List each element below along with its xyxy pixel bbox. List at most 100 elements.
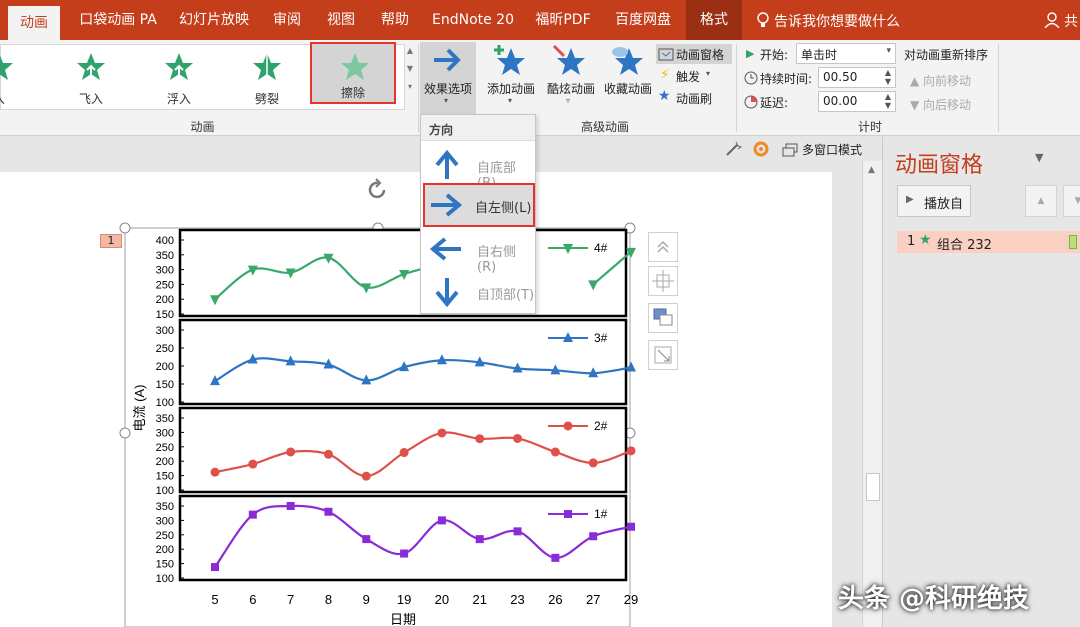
ribbon-tab-bar: 动画 口袋动画 PA 幻灯片放映 审阅 视图 帮助 EndNote 20 福昕P… (0, 0, 1080, 40)
layout-options-icon[interactable] (648, 232, 678, 262)
user-icon (1044, 12, 1060, 29)
magic-icon[interactable] (724, 140, 743, 158)
effect-options-label: 效果选项 (423, 82, 472, 96)
delay-icon (744, 94, 758, 109)
group-separator (418, 44, 419, 132)
from-right-label: 自右侧(R) (477, 245, 517, 275)
tab-animations[interactable]: 动画 (8, 6, 60, 40)
crop-icon[interactable] (648, 340, 678, 370)
direction-from-left[interactable]: 自左侧(L) (423, 183, 535, 227)
tab-slideshow[interactable]: 幻灯片放映 (172, 0, 256, 40)
animation-wipe[interactable]: 擦除 (310, 42, 396, 104)
multi-window-button[interactable]: 多窗口模式 (802, 141, 862, 158)
share-button[interactable]: 共 (1064, 11, 1078, 31)
direction-from-top[interactable]: 自顶部(T) (423, 272, 535, 312)
y-tick-label: 100 (156, 485, 174, 497)
effect-options-button[interactable]: 效果选项 ▾ (420, 42, 476, 114)
move-down-button[interactable]: ▼ (1063, 185, 1080, 217)
animation-item-label: 组合 232 (937, 238, 992, 253)
play-icon: ▶ (906, 194, 914, 205)
data-point (211, 563, 219, 572)
delay-input[interactable]: 00.00 ▲ ▼ (818, 91, 896, 112)
y-tick-label: 350 (156, 250, 174, 262)
move-earlier-label: 向前移动 (923, 74, 972, 88)
animation-painter-button[interactable]: ★ 动画刷 (656, 88, 732, 108)
animation-partial[interactable]: 1入 (0, 44, 20, 114)
y-tick-label: 250 (156, 343, 174, 355)
gear-icon[interactable] (752, 140, 770, 158)
layers-icon[interactable] (648, 303, 678, 333)
star-icon: ★ (919, 232, 932, 248)
animation-painter-label: 动画刷 (676, 92, 713, 106)
start-select-value: 单击时 (801, 48, 838, 62)
data-point (475, 535, 484, 544)
move-earlier-button[interactable]: ▲ 向前移动 (910, 72, 971, 89)
data-point (627, 522, 635, 531)
spinner-icon[interactable]: ▲ ▼ (885, 92, 891, 110)
move-later-label: 向后移动 (923, 98, 972, 112)
x-tick-label: 21 (472, 592, 486, 607)
animation-pane-title: 动画窗格 (895, 153, 984, 178)
data-point (550, 447, 560, 457)
rotate-handle-icon[interactable] (366, 178, 390, 202)
group-separator (736, 44, 737, 132)
duration-input[interactable]: 00.50 ▲ ▼ (818, 67, 896, 88)
crosshair-icon[interactable] (648, 266, 678, 296)
trigger-label: 触发 (676, 70, 701, 84)
vertical-scrollbar[interactable]: ▲ (862, 161, 882, 627)
move-up-button[interactable]: ▲ (1025, 185, 1057, 217)
pane-menu-chevron-icon[interactable]: ▼ (1035, 151, 1043, 164)
direction-from-bottom[interactable]: 自底部(B) (423, 145, 535, 191)
animation-pane-button[interactable]: 动画窗格 (656, 44, 732, 64)
data-point (588, 458, 598, 468)
gallery-scroll[interactable]: ▲ ▼ ▾ (404, 46, 416, 106)
start-label: 开始: (760, 48, 789, 62)
data-point (248, 510, 257, 519)
tab-foxit-pdf[interactable]: 福昕PDF (528, 0, 598, 40)
tab-review[interactable]: 审阅 (264, 0, 310, 40)
animation-float-in[interactable]: 浮入 (134, 44, 224, 114)
cool-animation-button[interactable]: 酷炫动画 ▿ (540, 44, 600, 114)
wipe-label: 擦除 (340, 86, 365, 100)
y-tick-label: 150 (156, 559, 174, 571)
scroll-up-icon[interactable]: ▲ (868, 165, 875, 175)
cool-star-icon (552, 44, 585, 75)
tab-help[interactable]: 帮助 (372, 0, 418, 40)
y-tick-label: 400 (156, 235, 174, 247)
play-from-button[interactable]: ▶ 播放自 (897, 185, 971, 217)
chart[interactable]: 400 350 300 250 200 150 4# 300 250 200 150 100 3# 350… (96, 172, 656, 627)
add-animation-button[interactable]: 添加动画 ▾ (480, 44, 540, 114)
x-tick-label: 20 (435, 592, 449, 607)
y-tick-label: 150 (156, 471, 174, 483)
scroll-thumb[interactable] (866, 473, 880, 501)
data-point (626, 446, 636, 456)
trigger-button[interactable]: ⚡ 触发 ▾ (656, 66, 732, 86)
group-label-advanced: 高级动画 (580, 120, 629, 134)
animation-fly-in[interactable]: 飞入 (46, 44, 136, 114)
direction-from-right[interactable]: 自右侧(R) (423, 229, 535, 275)
x-tick-label: 29 (624, 592, 638, 607)
tab-baidu-netdisk[interactable]: 百度网盘 (606, 0, 680, 40)
y-tick-label: 350 (156, 413, 174, 425)
dropdown-header-label: 方向 (429, 123, 454, 137)
y-tick-label: 200 (156, 361, 174, 373)
spinner-icon[interactable]: ▲ ▼ (885, 68, 891, 86)
tab-view[interactable]: 视图 (318, 0, 364, 40)
tab-format[interactable]: 格式 (686, 0, 742, 40)
x-tick-label: 7 (287, 592, 294, 607)
chevron-down-icon: ▾ (706, 69, 711, 78)
y-tick-label: 200 (156, 294, 174, 306)
favorite-animation-button[interactable]: 收藏动画 (600, 44, 656, 114)
y-tick-label: 100 (156, 397, 174, 409)
animation-split[interactable]: 劈裂 (222, 44, 312, 114)
start-select[interactable]: 单击时 ▾ (796, 43, 896, 64)
tab-endnote[interactable]: EndNote 20 (426, 0, 520, 40)
animation-list-item[interactable]: 1 ★ 组合 232 (897, 231, 1080, 253)
y-tick-label: 250 (156, 279, 174, 291)
data-point (475, 434, 485, 444)
move-later-button[interactable]: ▼ 向后移动 (910, 96, 971, 113)
data-point (323, 449, 333, 459)
tell-me-search[interactable]: 告诉我你想要做什么 (774, 11, 900, 31)
data-point (513, 527, 522, 536)
tab-pocket-animation[interactable]: 口袋动画 PA (72, 0, 164, 40)
